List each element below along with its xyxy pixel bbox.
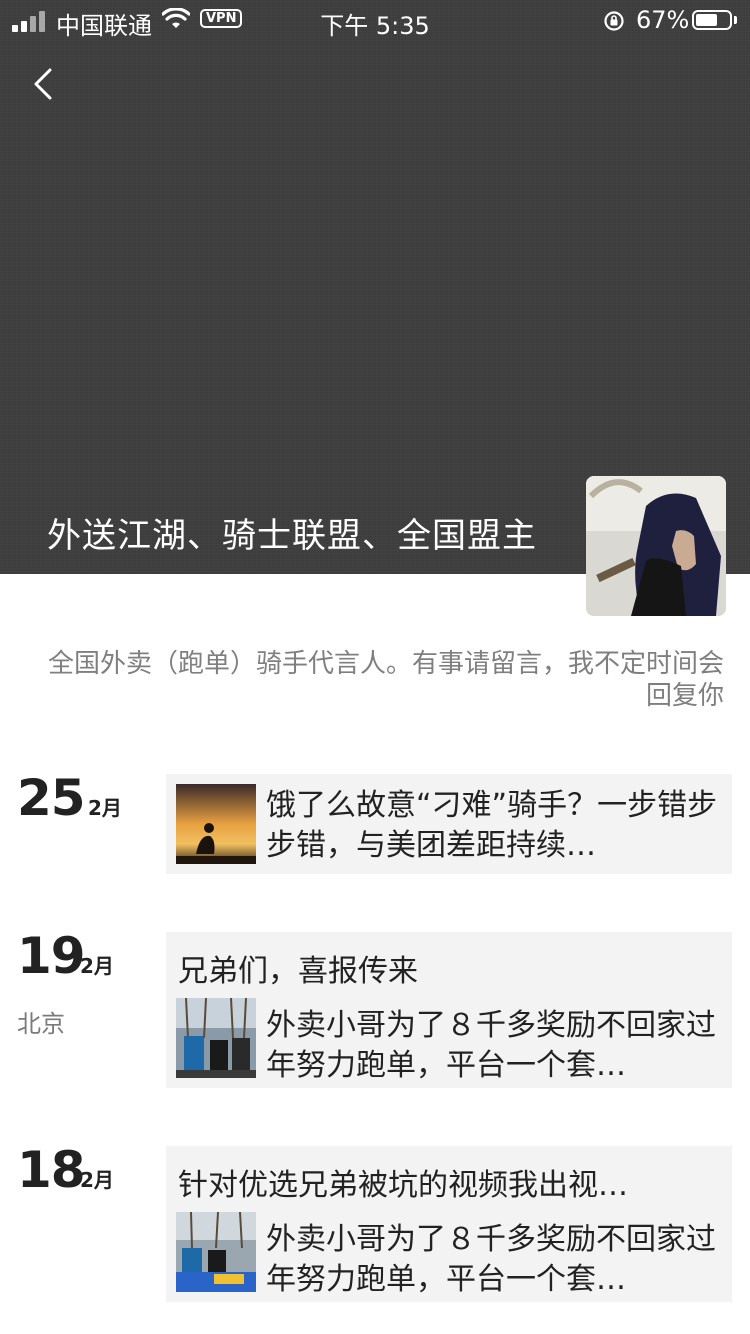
post-day: 25 — [17, 769, 86, 827]
shared-link-card[interactable]: 饿了么故意“刁难”骑手？一步错步步错，与美团差距持续… — [166, 774, 732, 874]
back-arrow-icon[interactable] — [22, 62, 66, 106]
post-card[interactable]: 针对优选兄弟被坑的视频我出视… 外卖小哥为了８千多奖励不回家过年努力跑单，平台一… — [166, 1146, 732, 1302]
timeline-post: 18 2月 针对优选兄弟被坑的视频我出视… 外卖小哥为了８千多奖励不回家过年努力… — [0, 1140, 750, 1305]
post-month: 2月 — [88, 796, 122, 820]
post-month: 2月 — [80, 1168, 114, 1192]
status-bar: 中国联通 VPN 下午 5:35 67% — [0, 0, 750, 44]
post-text: 针对优选兄弟被坑的视频我出视… — [178, 1168, 628, 1203]
timeline-post: 25 2月 饿了么故意“刁难”骑手？一步错步步错，与美团差距持续… — [0, 768, 750, 878]
post-day: 18 — [17, 1141, 86, 1199]
battery-percent: 67% — [636, 6, 690, 34]
battery-cap — [734, 16, 737, 24]
battery-icon — [692, 10, 732, 30]
link-title: 外卖小哥为了８千多奖励不回家过年努力跑单，平台一个套… — [266, 1222, 716, 1297]
post-text: 兄弟们，喜报传来 — [178, 954, 418, 989]
battery-level — [696, 14, 717, 26]
post-month: 2月 — [80, 954, 114, 978]
post-card[interactable]: 兄弟们，喜报传来 外卖小哥为了８千多奖励不回家过年努力跑单，平台一个套… — [166, 932, 732, 1088]
timeline-post: 19 2月 北京 兄弟们，喜报传来 外卖小哥为了８千多奖励不回家过年努力跑单，平… — [0, 926, 750, 1091]
post-day: 19 — [17, 927, 86, 985]
avatar[interactable] — [586, 476, 726, 616]
link-thumbnail — [176, 784, 256, 864]
link-title: 外卖小哥为了８千多奖励不回家过年努力跑单，平台一个套… — [266, 1008, 716, 1083]
link-thumbnail — [176, 998, 256, 1078]
link-title: 饿了么故意“刁难”骑手？一步错步步错，与美团差距持续… — [266, 788, 718, 863]
avatar-photo — [586, 476, 726, 616]
post-location: 北京 — [17, 1010, 65, 1038]
link-thumbnail — [176, 1212, 256, 1292]
profile-signature: 全国外卖（跑单）骑手代言人。有事请留言，我不定时间会回复你 — [47, 649, 724, 711]
rotation-lock-icon — [604, 11, 624, 31]
profile-name[interactable]: 外送江湖、骑士联盟、全国盟主 — [47, 508, 537, 557]
